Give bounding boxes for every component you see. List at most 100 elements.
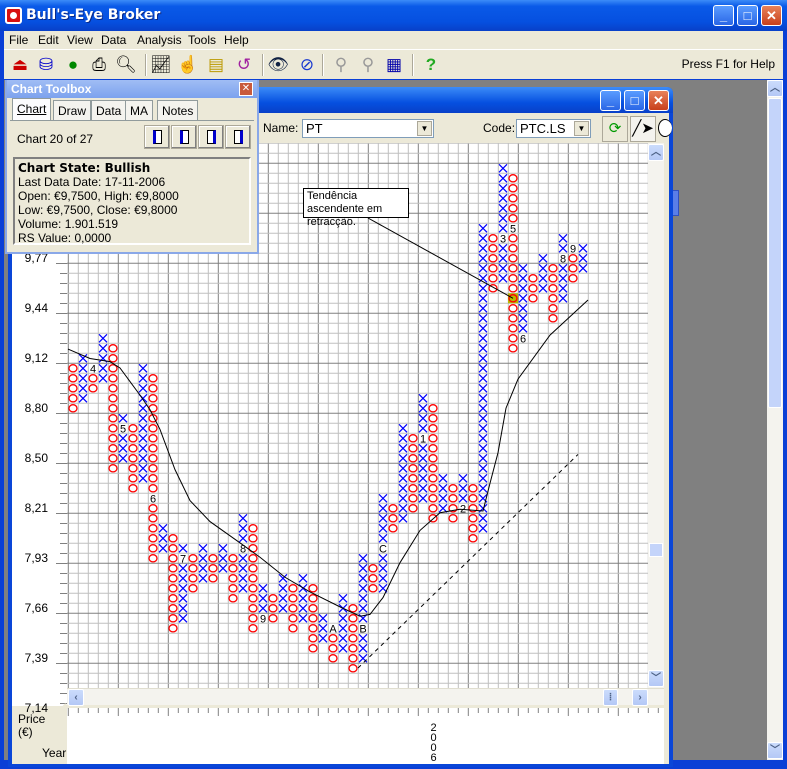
menu-view[interactable]: View	[67, 33, 93, 47]
tab-chart[interactable]: Chart	[12, 98, 52, 121]
toolbox-close-button[interactable]: ✕	[239, 82, 253, 96]
chart-maximize-button[interactable]: □	[624, 90, 645, 111]
maximize-button[interactable]: □	[737, 5, 758, 26]
chart-horizontal-scrollbar[interactable]: ‹ ⦙ ›	[67, 688, 664, 706]
tab-ma[interactable]: MA	[125, 100, 153, 120]
pf-column	[368, 564, 378, 593]
chart-info-panel: Chart State: Bullish Last Data Date: 17-…	[13, 157, 251, 245]
chart-scroll-up-button[interactable]: ︿	[648, 144, 664, 161]
print-icon[interactable]: ⎙	[87, 54, 111, 76]
price-axis-tick	[60, 343, 67, 345]
chart-annotation[interactable]: Tendência ascendente em retracção.	[303, 188, 409, 228]
low-close: Low: €9,7500, Close: €9,8000	[18, 203, 178, 217]
chart-scroll-left-button[interactable]: ‹	[68, 689, 84, 706]
o-box	[68, 374, 78, 383]
o-box	[128, 484, 138, 493]
view-eye-icon[interactable]: 👁︎	[266, 54, 290, 76]
price-axis-tick	[60, 653, 67, 655]
chart-toolbox-window: Chart Toolbox ✕ Chart Draw Data MA Notes…	[5, 80, 259, 254]
chart-minimize-button[interactable]: _	[600, 90, 621, 111]
menu-file[interactable]: File	[9, 33, 28, 47]
internet-download-icon[interactable]: ●	[61, 54, 85, 76]
x-box	[338, 613, 348, 623]
zoom-in-icon[interactable]: ⚲	[329, 54, 353, 76]
scroll-down-button[interactable]: ﹀	[767, 742, 783, 759]
pf-column	[228, 554, 238, 603]
x-box	[378, 533, 388, 543]
chart-vertical-scrollbar[interactable]: ︿ ﹀	[648, 143, 664, 688]
undo-icon[interactable]: ↺	[232, 54, 256, 76]
previous-chart-button[interactable]	[171, 125, 197, 149]
x-box	[478, 333, 488, 343]
menu-analysis[interactable]: Analysis	[137, 33, 182, 47]
o-box	[408, 484, 418, 493]
o-box	[548, 284, 558, 293]
last-chart-button[interactable]	[225, 125, 251, 149]
draw-line-pointer-button[interactable]: ╱➤	[630, 116, 656, 142]
o-box	[428, 424, 438, 433]
o-box	[348, 644, 358, 653]
chevron-down-icon[interactable]: ▼	[417, 121, 432, 136]
grid-icon[interactable]: ▦	[382, 54, 406, 76]
scrollbar-thumb[interactable]	[768, 98, 782, 408]
menu-edit[interactable]: Edit	[38, 33, 59, 47]
chevron-down-icon[interactable]: ▼	[574, 121, 589, 136]
code-combobox[interactable]: PTC.LS ▼	[516, 119, 591, 138]
refresh-button[interactable]: ⟳	[602, 116, 628, 142]
chart-scroll-down-button[interactable]: ﹀	[648, 670, 664, 687]
percent-icon[interactable]: ⊘	[295, 54, 319, 76]
x-box	[358, 563, 368, 573]
o-box	[228, 584, 238, 593]
year-axis-label: Year	[42, 746, 67, 760]
tab-notes[interactable]: Notes	[157, 100, 199, 120]
next-chart-button[interactable]	[198, 125, 224, 149]
menu-tools[interactable]: Tools	[188, 33, 216, 47]
tab-data[interactable]: Data	[91, 100, 127, 120]
x-box	[178, 593, 188, 603]
open-high: Open: €9,7500, High: €9,8000	[18, 189, 179, 203]
month-label: 9	[260, 613, 266, 625]
o-box	[128, 424, 138, 433]
x-box	[478, 383, 488, 393]
help-icon[interactable]: ?	[419, 54, 443, 76]
o-box	[228, 574, 238, 583]
chart-close-button[interactable]: ✕	[648, 90, 669, 111]
chart-vscroll-thumb[interactable]	[649, 543, 663, 557]
tab-draw[interactable]: Draw	[53, 100, 92, 120]
pointer-draw-icon[interactable]: ☝	[176, 54, 200, 76]
circle-tool-icon[interactable]	[658, 119, 672, 137]
x-box	[258, 603, 268, 613]
minimize-button[interactable]: _	[713, 5, 734, 26]
o-box	[148, 444, 158, 453]
x-box	[378, 573, 388, 583]
x-box	[338, 623, 348, 633]
open-icon[interactable]: ⏏	[8, 54, 32, 76]
menu-help[interactable]: Help	[224, 33, 249, 47]
folder-icon[interactable]: ▤	[204, 54, 228, 76]
o-box	[308, 624, 318, 633]
x-box	[158, 533, 168, 543]
name-combobox[interactable]: PT ▼	[302, 119, 434, 138]
o-box	[128, 434, 138, 443]
o-box	[248, 574, 258, 583]
o-box	[108, 404, 118, 413]
chart-scroll-right-button[interactable]: ›	[632, 689, 648, 706]
x-box	[498, 263, 508, 273]
x-box	[538, 283, 548, 293]
menu-data[interactable]: Data	[101, 33, 126, 47]
x-box	[138, 383, 148, 393]
print-preview-icon[interactable]: 🔍︎	[114, 54, 138, 76]
zoom-out-icon[interactable]: ⚲	[356, 54, 380, 76]
o-box	[488, 234, 498, 243]
x-box	[378, 563, 388, 573]
save-icon[interactable]: ⛁	[34, 54, 58, 76]
scroll-up-button[interactable]: ︿	[767, 80, 783, 97]
chart-icon[interactable]: 📈︎	[149, 54, 173, 76]
workspace-vertical-scrollbar[interactable]: ︿ ﹀	[767, 80, 783, 760]
close-button[interactable]: ✕	[761, 5, 782, 26]
name-label: Name:	[263, 121, 299, 135]
pf-column: A	[328, 623, 338, 663]
o-box	[548, 264, 558, 273]
first-chart-button[interactable]	[144, 125, 170, 149]
chart-hscroll-thumb[interactable]: ⦙	[603, 689, 618, 706]
